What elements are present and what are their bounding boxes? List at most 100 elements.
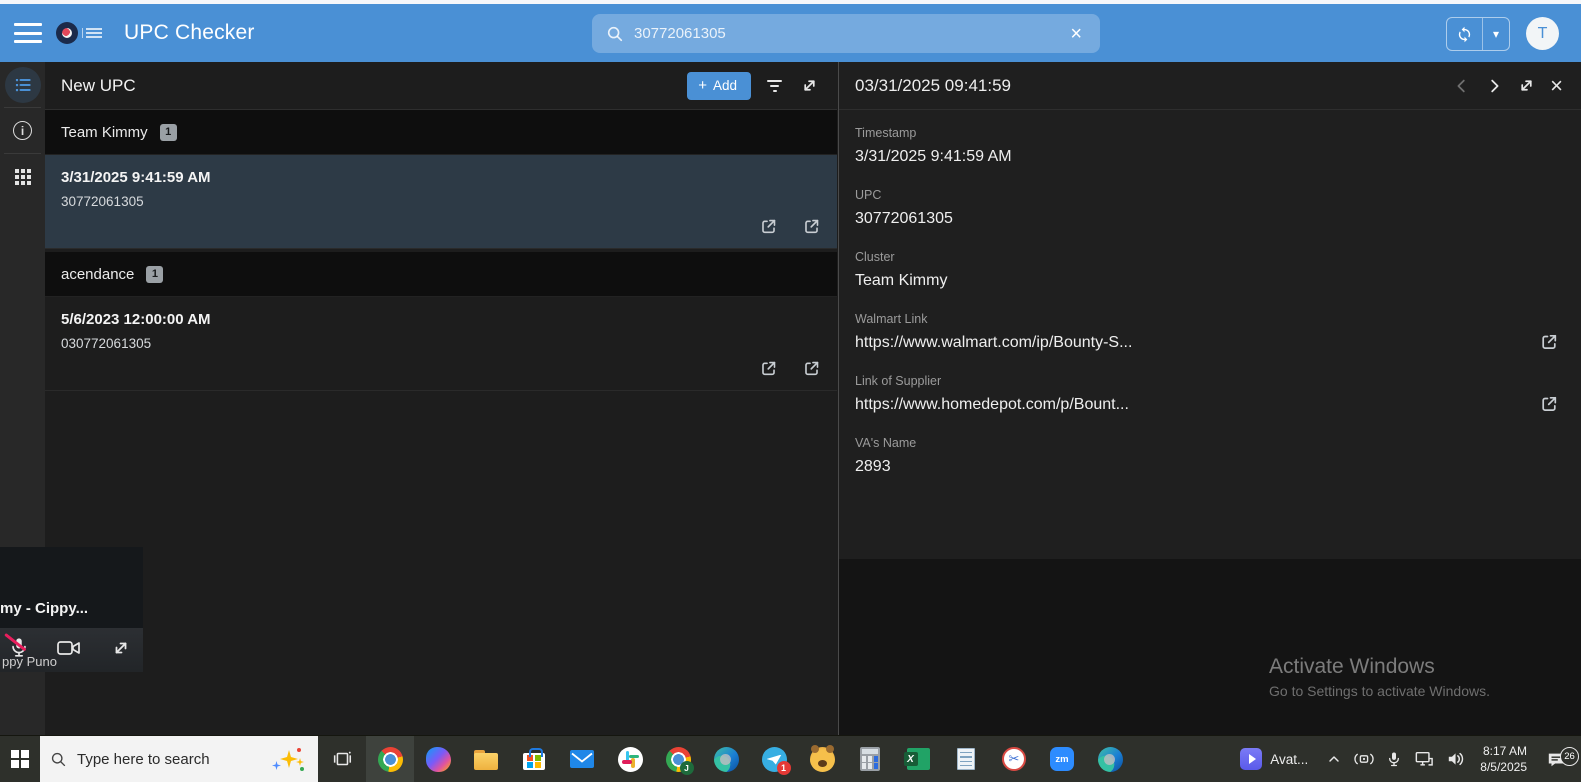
app-title: UPC Checker bbox=[124, 21, 255, 44]
media-session-button[interactable]: Avat... bbox=[1240, 748, 1308, 770]
notification-center-button[interactable]: 26 bbox=[1539, 747, 1579, 768]
taskbar-file-explorer-button[interactable] bbox=[462, 736, 510, 782]
taskbar-chrome-profile-button[interactable]: J bbox=[654, 736, 702, 782]
header-search[interactable]: × bbox=[592, 14, 1100, 53]
group-header[interactable]: Team Kimmy 1 bbox=[45, 110, 837, 155]
tray-date: 8/5/2025 bbox=[1480, 760, 1527, 774]
filter-icon bbox=[767, 79, 782, 92]
hidden-icons-button[interactable] bbox=[1324, 749, 1344, 769]
microphone-tray-button[interactable] bbox=[1384, 748, 1404, 771]
taskbar-chrome-button[interactable] bbox=[366, 736, 414, 782]
network-tray-button[interactable] bbox=[1412, 748, 1436, 770]
add-button[interactable]: + Add bbox=[687, 71, 751, 100]
chevron-up-icon bbox=[1329, 756, 1340, 762]
excel-letter: X bbox=[903, 752, 918, 766]
avatar[interactable]: T bbox=[1526, 17, 1559, 50]
previous-record-button[interactable] bbox=[1451, 75, 1473, 97]
taskbar-telegram-button[interactable]: 1 bbox=[750, 736, 798, 782]
taskbar-bear-app-button[interactable] bbox=[798, 736, 846, 782]
taskbar-edge-button[interactable] bbox=[702, 736, 750, 782]
taskbar-copilot-button[interactable] bbox=[414, 736, 462, 782]
item-subtitle: 30772061305 bbox=[61, 194, 144, 209]
camera-button[interactable] bbox=[56, 638, 82, 663]
taskbar-search-placeholder: Type here to search bbox=[77, 750, 210, 768]
tray-clock[interactable]: 8:17 AM 8/5/2025 bbox=[1480, 743, 1527, 775]
external-link-icon bbox=[762, 219, 776, 234]
taskbar-excel-button[interactable]: X bbox=[894, 736, 942, 782]
expand-icon bbox=[1521, 80, 1532, 91]
taskbar-slack-button[interactable] bbox=[606, 736, 654, 782]
open-supplier-link-button[interactable] bbox=[800, 215, 823, 238]
field-walmart-link: Walmart Link https://www.walmart.com/ip/… bbox=[855, 312, 1565, 352]
external-link-icon bbox=[762, 361, 776, 376]
taskbar-snipping-tool-button[interactable]: ✂ bbox=[990, 736, 1038, 782]
detail-panel: 03/31/2025 09:41:59 × Timestamp 3/31/202… bbox=[838, 62, 1581, 735]
open-supplier-link-button[interactable] bbox=[800, 357, 823, 380]
close-detail-button[interactable]: × bbox=[1548, 73, 1565, 99]
taskbar-edge-profile-button[interactable] bbox=[1086, 736, 1134, 782]
external-link-icon bbox=[1542, 334, 1557, 349]
slack-icon bbox=[617, 746, 643, 772]
list-item[interactable]: 5/6/2023 12:00:00 AM 030772061305 bbox=[45, 297, 837, 391]
taskbar-store-button[interactable] bbox=[510, 736, 558, 782]
open-walmart-link-button[interactable] bbox=[1537, 330, 1561, 357]
system-tray: Avat... 8:17 AM 8/5/2025 26 bbox=[1240, 736, 1581, 782]
expand-icon bbox=[804, 80, 815, 91]
field-value: 2893 bbox=[855, 458, 891, 475]
selected-highlight bbox=[4, 66, 41, 103]
sidebar-item-apps-grid[interactable] bbox=[0, 154, 45, 199]
sync-icon bbox=[1458, 26, 1471, 42]
start-button[interactable] bbox=[0, 736, 40, 782]
call-overlay-window[interactable]: my - Cippy... ppy Puno bbox=[0, 547, 143, 672]
notepad-icon bbox=[957, 748, 975, 770]
expand-list-button[interactable] bbox=[798, 74, 821, 97]
open-supplier-link-button[interactable] bbox=[1537, 392, 1561, 419]
sync-dropdown-button[interactable]: ▾ bbox=[1483, 18, 1509, 50]
expand-icon bbox=[115, 642, 127, 653]
taskbar-search[interactable]: Type here to search bbox=[40, 736, 318, 782]
task-view-button[interactable] bbox=[318, 736, 366, 782]
sidebar-item-list-view[interactable] bbox=[0, 62, 45, 107]
list-item[interactable]: 3/31/2025 9:41:59 AM 30772061305 bbox=[45, 155, 837, 249]
field-value-link[interactable]: https://www.walmart.com/ip/Bounty-S... bbox=[855, 334, 1565, 352]
calculator-icon bbox=[860, 747, 880, 771]
menu-icon[interactable] bbox=[14, 23, 42, 43]
info-icon: i bbox=[13, 121, 32, 140]
caret-down-icon: ▾ bbox=[1492, 27, 1500, 41]
expand-call-button[interactable] bbox=[111, 638, 131, 663]
field-va-name: VA's Name 2893 bbox=[855, 436, 1565, 476]
field-value-link[interactable]: https://www.homedepot.com/p/Bount... bbox=[855, 396, 1565, 414]
volume-tray-button[interactable] bbox=[1444, 748, 1468, 770]
taskbar-mail-button[interactable] bbox=[558, 736, 606, 782]
detail-panel-header: 03/31/2025 09:41:59 × bbox=[839, 62, 1581, 110]
clear-search-icon[interactable]: × bbox=[1066, 22, 1086, 46]
camera-tray-icon bbox=[1354, 753, 1374, 765]
item-subtitle: 030772061305 bbox=[61, 336, 152, 351]
list-view-icon bbox=[15, 78, 31, 91]
group-header[interactable]: acendance 1 bbox=[45, 252, 837, 297]
camera-in-use-button[interactable] bbox=[1352, 748, 1376, 770]
detail-title: 03/31/2025 09:41:59 bbox=[855, 75, 1011, 95]
expand-detail-button[interactable] bbox=[1515, 74, 1538, 97]
taskbar-zoom-button[interactable]: zm bbox=[1038, 736, 1086, 782]
sidebar-item-info[interactable]: i bbox=[0, 108, 45, 153]
taskbar-notepad-button[interactable] bbox=[942, 736, 990, 782]
app-header: UPC Checker × ▾ T bbox=[0, 4, 1581, 62]
edge-icon bbox=[1097, 746, 1123, 772]
play-icon bbox=[1240, 748, 1263, 770]
bear-app-icon bbox=[809, 744, 835, 772]
open-walmart-link-button[interactable] bbox=[757, 357, 780, 380]
search-input[interactable] bbox=[634, 25, 1067, 42]
filter-button[interactable] bbox=[765, 78, 784, 94]
taskbar-calculator-button[interactable] bbox=[846, 736, 894, 782]
plus-icon: + bbox=[698, 76, 707, 94]
watermark-subtitle: Go to Settings to activate Windows. bbox=[1269, 683, 1490, 699]
unread-badge: 1 bbox=[776, 760, 791, 775]
sync-button[interactable] bbox=[1447, 18, 1483, 50]
detail-panel-actions: × bbox=[1451, 73, 1565, 99]
next-record-button[interactable] bbox=[1483, 75, 1505, 97]
field-value: 30772061305 bbox=[855, 210, 953, 227]
scissors-icon: ✂ bbox=[1008, 751, 1020, 766]
open-walmart-link-button[interactable] bbox=[757, 215, 780, 238]
file-explorer-icon bbox=[474, 749, 498, 770]
